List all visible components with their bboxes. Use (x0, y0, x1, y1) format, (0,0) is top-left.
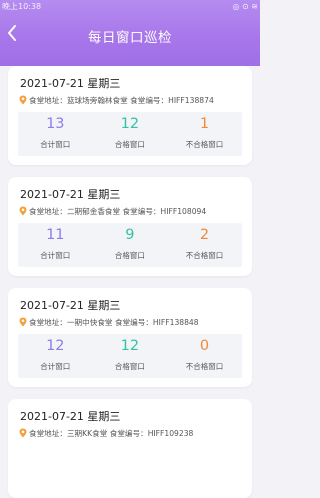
stat-total-label: 合计窗口 (40, 362, 71, 371)
card-date: 2021-07-21 星期三 (20, 299, 121, 312)
code-label: 食堂编号： (114, 318, 153, 327)
stat-pass-value: 12 (120, 338, 140, 354)
card-date: 2021-07-21 星期三 (20, 77, 121, 90)
status-time: 晚上10:38 (2, 2, 42, 11)
stats-panel: 12 合计窗口 12 合格窗口 0 不合格窗口 (18, 334, 242, 378)
location-pin-icon (19, 206, 27, 216)
stat-pass: 9 合格窗口 (93, 223, 168, 267)
stat-total-label: 合计窗口 (40, 140, 71, 149)
location-pin-icon (19, 317, 27, 327)
stats-panel: 13 合计窗口 12 合格窗口 1 不合格窗口 (18, 112, 242, 156)
stat-fail: 2 不合格窗口 (167, 223, 242, 267)
status-icons: ◎ ⊙ ≋ (232, 2, 258, 11)
stat-pass: 12 合格窗口 (93, 334, 168, 378)
stat-pass-label: 合格窗口 (114, 362, 145, 371)
stat-total: 12 合计窗口 (18, 334, 93, 378)
code-value: HIFF108094 (160, 207, 207, 216)
card-address-line: 食堂地址：一期中快食堂 食堂编号：HIFF138848 (19, 317, 246, 328)
card-address-line: 食堂地址：二期郁金香食堂 食堂编号：HIFF108094 (19, 206, 246, 217)
page-title: 每日窗口巡检 (88, 30, 172, 46)
stat-pass-label: 合格窗口 (114, 251, 145, 260)
stat-total: 13 合计窗口 (18, 112, 93, 156)
card-date: 2021-07-21 星期三 (20, 188, 121, 201)
stat-pass-value: 9 (125, 227, 135, 243)
code-value: HIFF138848 (152, 318, 199, 327)
stat-total-value: 13 (46, 116, 65, 132)
address-value: 三期KK食堂 (66, 429, 108, 438)
code-value: HIFF138874 (168, 96, 214, 105)
code-label: 食堂编号： (130, 96, 169, 105)
status-bar: 晚上10:38 ◎ ⊙ ≋ (2, 1, 258, 13)
address-label: 食堂地址： (29, 429, 67, 438)
stat-pass-label: 合格窗口 (114, 140, 145, 149)
code-label: 食堂编号： (109, 429, 148, 438)
card-address-line: 食堂地址：三期KK食堂 食堂编号：HIFF109238 (19, 428, 246, 439)
stat-fail-label: 不合格窗口 (185, 140, 224, 149)
code-value: HIFF109238 (147, 429, 194, 438)
stat-pass-value: 12 (120, 116, 140, 132)
location-pin-icon (19, 95, 27, 105)
stat-fail-value: 0 (199, 338, 210, 354)
stat-total-value: 11 (46, 227, 65, 243)
stat-total-value: 12 (46, 338, 65, 354)
location-pin-icon (19, 428, 27, 438)
inspection-card[interactable]: 2021-07-21 星期三 食堂地址：篮球场旁翰林食堂 食堂编号：HIFF13… (8, 66, 252, 165)
card-date: 2021-07-21 星期三 (20, 410, 121, 423)
stat-fail-value: 2 (199, 227, 210, 243)
address-value: 一期中快食堂 (66, 318, 113, 327)
stat-fail: 1 不合格窗口 (167, 112, 242, 156)
address-value: 篮球场旁翰林食堂 (66, 96, 128, 105)
app-header: 晚上10:38 ◎ ⊙ ≋ 每日窗口巡检 (0, 0, 260, 66)
inspection-card[interactable]: 2021-07-21 星期三 食堂地址：一期中快食堂 食堂编号：HIFF1388… (8, 288, 252, 387)
stat-fail-label: 不合格窗口 (185, 251, 224, 260)
address-label: 食堂地址： (29, 96, 67, 105)
stat-pass: 12 合格窗口 (93, 112, 168, 156)
address-value: 二期郁金香食堂 (66, 207, 121, 216)
card-address-line: 食堂地址：篮球场旁翰林食堂 食堂编号：HIFF138874 (19, 95, 246, 106)
inspection-card[interactable]: 2021-07-21 星期三 食堂地址：三期KK食堂 食堂编号：HIFF1092… (8, 399, 252, 498)
inspection-card[interactable]: 2021-07-21 星期三 食堂地址：二期郁金香食堂 食堂编号：HIFF108… (8, 177, 252, 276)
code-label: 食堂编号： (122, 207, 161, 216)
stat-total-label: 合计窗口 (40, 251, 71, 260)
address-label: 食堂地址： (29, 318, 67, 327)
stats-panel: 11 合计窗口 9 合格窗口 2 不合格窗口 (18, 223, 242, 267)
stat-total: 11 合计窗口 (18, 223, 93, 267)
stat-fail-label: 不合格窗口 (185, 362, 224, 371)
stat-fail-value: 1 (199, 116, 210, 132)
stat-fail: 0 不合格窗口 (167, 334, 242, 378)
address-label: 食堂地址： (29, 207, 67, 216)
